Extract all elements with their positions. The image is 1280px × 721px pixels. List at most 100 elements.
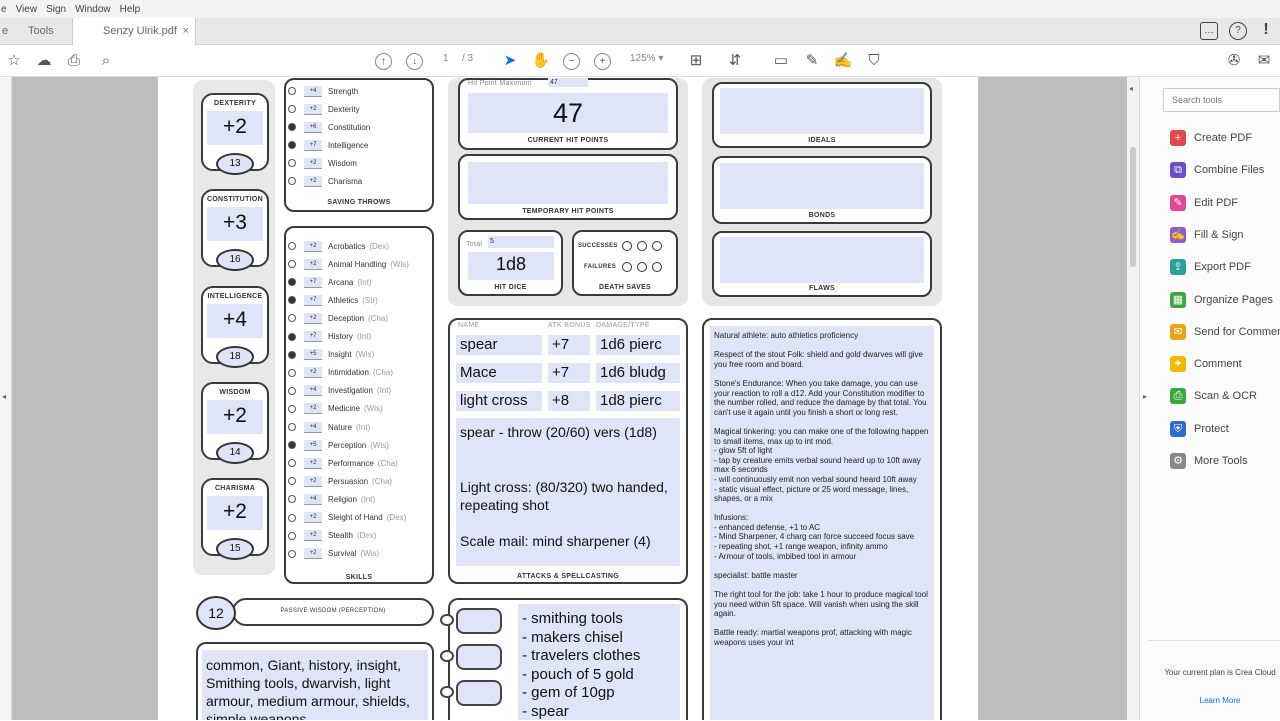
- proficiency-checkbox[interactable]: [288, 477, 296, 486]
- proficiency-checkbox[interactable]: [288, 332, 296, 341]
- proficiency-checkbox[interactable]: [288, 441, 296, 450]
- proficiency-checkbox[interactable]: [288, 314, 296, 323]
- saving-throw-value[interactable]: +7: [304, 139, 322, 151]
- death-save-checkbox[interactable]: [652, 262, 662, 272]
- proficiency-checkbox[interactable]: [288, 242, 296, 250]
- death-save-checkbox[interactable]: [622, 262, 632, 272]
- menu-edit[interactable]: e: [1, 4, 7, 15]
- sign-icon[interactable]: ✍: [833, 51, 853, 71]
- comment-icon[interactable]: ▭: [771, 51, 791, 71]
- hp-max-field[interactable]: 47: [548, 78, 588, 87]
- chat-icon[interactable]: …: [1200, 22, 1218, 40]
- proficiency-checkbox[interactable]: [288, 531, 296, 540]
- ability-score-field[interactable]: 15: [216, 538, 254, 560]
- attack-name[interactable]: light cross: [456, 391, 542, 411]
- saving-throw-value[interactable]: +2: [304, 175, 322, 187]
- star-icon[interactable]: ☆: [4, 51, 24, 71]
- learn-more-link[interactable]: Learn More: [1160, 696, 1280, 705]
- flaws-field[interactable]: [720, 237, 924, 283]
- skill-value[interactable]: +2: [304, 258, 322, 270]
- proficiency-checkbox[interactable]: [288, 159, 296, 167]
- stamp-icon[interactable]: ⛉: [864, 51, 884, 71]
- menu-help[interactable]: Help: [120, 4, 141, 15]
- page-up-icon[interactable]: ↑: [375, 53, 392, 70]
- ability-score-field[interactable]: 13: [216, 153, 254, 175]
- attack-damage[interactable]: 1d6 pierc: [596, 335, 680, 355]
- skill-value[interactable]: +2: [304, 367, 322, 379]
- panel-tool-item[interactable]: ⇪ Export PDF: [1170, 257, 1251, 277]
- hit-dice-total-field[interactable]: 5: [488, 236, 554, 248]
- share-icon[interactable]: ✇: [1224, 51, 1244, 71]
- help-icon[interactable]: ?: [1229, 22, 1247, 40]
- scroll-mode-icon[interactable]: ⇵: [725, 51, 745, 71]
- proficiency-checkbox[interactable]: [288, 123, 296, 131]
- attack-name[interactable]: spear: [456, 335, 542, 355]
- attack-damage[interactable]: 1d6 bludg: [596, 363, 680, 383]
- skill-value[interactable]: +4: [304, 493, 322, 505]
- proficiency-checkbox[interactable]: [288, 495, 296, 504]
- skill-value[interactable]: +7: [304, 294, 322, 306]
- tab-home[interactable]: e: [0, 18, 20, 45]
- skill-value[interactable]: +2: [304, 312, 322, 324]
- email-icon[interactable]: ✉: [1254, 51, 1274, 71]
- bonds-field[interactable]: [720, 163, 924, 209]
- proficiency-checkbox[interactable]: [288, 141, 296, 149]
- coin-field[interactable]: [456, 644, 502, 670]
- attack-bonus[interactable]: +7: [548, 363, 590, 383]
- panel-tool-item[interactable]: ✦ Comment: [1170, 354, 1242, 374]
- attack-bonus[interactable]: +7: [548, 335, 590, 355]
- proficiency-checkbox[interactable]: [288, 260, 296, 269]
- death-save-checkbox[interactable]: [622, 241, 632, 251]
- panel-tool-item[interactable]: ⧉ Combine Files: [1170, 160, 1264, 180]
- skill-value[interactable]: +5: [304, 439, 322, 451]
- proficiency-checkbox[interactable]: [288, 423, 296, 431]
- collapse-panel-icon[interactable]: ◂: [1129, 84, 1133, 93]
- proficiency-checkbox[interactable]: [288, 404, 296, 413]
- proficiency-checkbox[interactable]: [288, 549, 296, 558]
- proficiency-checkbox[interactable]: [288, 513, 296, 522]
- proficiency-checkbox[interactable]: [288, 350, 296, 359]
- tab-document[interactable]: Senzy Ulrik.pdf ×: [72, 18, 196, 45]
- panel-tool-item[interactable]: + Create PDF: [1170, 128, 1252, 148]
- ability-score-field[interactable]: 14: [216, 442, 254, 464]
- panel-tool-item[interactable]: ✎ Edit PDF: [1170, 193, 1238, 213]
- print-icon[interactable]: ⎙: [64, 51, 84, 71]
- zoom-in-icon[interactable]: +: [594, 53, 611, 70]
- skill-value[interactable]: +4: [304, 385, 322, 397]
- proficiency-checkbox[interactable]: [288, 368, 296, 377]
- cursor-icon[interactable]: ➤: [500, 51, 520, 71]
- panel-tool-item[interactable]: ✉ Send for Commen: [1170, 322, 1280, 342]
- skill-value[interactable]: +2: [304, 475, 322, 487]
- panel-tool-item[interactable]: ⎙ Scan & OCR: [1170, 386, 1257, 406]
- skill-value[interactable]: +2: [304, 240, 322, 252]
- menu-window[interactable]: Window: [75, 4, 111, 15]
- attack-bonus[interactable]: +8: [548, 391, 590, 411]
- page-down-icon[interactable]: ↓: [406, 53, 423, 70]
- upload-cloud-icon[interactable]: ☁: [34, 51, 54, 71]
- skill-value[interactable]: +4: [304, 421, 322, 433]
- skill-value[interactable]: +7: [304, 276, 322, 288]
- proficiency-checkbox[interactable]: [288, 87, 296, 95]
- search-tools-input[interactable]: [1163, 88, 1280, 112]
- passive-wisdom-field[interactable]: 12: [196, 596, 236, 630]
- panel-tool-item[interactable]: ✍ Fill & Sign: [1170, 225, 1244, 245]
- temp-hp-field[interactable]: [468, 162, 668, 204]
- proficiency-checkbox[interactable]: [288, 177, 296, 185]
- attack-damage[interactable]: 1d8 pierc: [596, 391, 680, 411]
- menu-view[interactable]: View: [16, 4, 38, 15]
- skill-value[interactable]: +5: [304, 349, 322, 361]
- proficiency-checkbox[interactable]: [288, 105, 296, 113]
- skill-value[interactable]: +2: [304, 548, 322, 560]
- panel-tool-item[interactable]: ⛨ Protect: [1170, 419, 1229, 439]
- coin-field[interactable]: [456, 608, 502, 634]
- skill-value[interactable]: +2: [304, 457, 322, 469]
- panel-tool-item[interactable]: ▦ Organize Pages: [1170, 290, 1273, 310]
- zoom-select[interactable]: 125% ▾: [630, 53, 663, 64]
- menu-sign[interactable]: Sign: [46, 4, 66, 15]
- fit-page-icon[interactable]: ⊞: [686, 51, 706, 71]
- expand-panel-icon[interactable]: ▸: [1143, 392, 1147, 401]
- panel-tool-item[interactable]: ⚙ More Tools: [1170, 451, 1248, 471]
- coin-field[interactable]: [456, 680, 502, 706]
- saving-throw-value[interactable]: +6: [304, 121, 322, 133]
- saving-throw-value[interactable]: +2: [304, 157, 322, 169]
